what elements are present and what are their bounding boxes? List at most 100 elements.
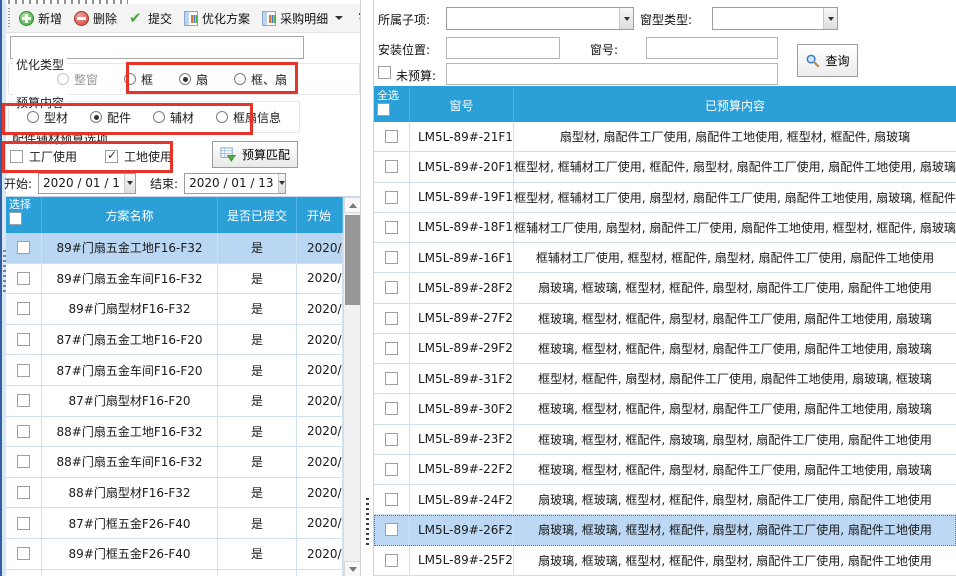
budget-row[interactable]: LM5L-89#-18F16 框辅材工厂使用, 扇型材, 扇配件工厂使用, 扇配… bbox=[374, 213, 956, 243]
row-checkbox[interactable] bbox=[385, 463, 398, 476]
plan-row[interactable]: 89#门扇型材F16-F32 是 2020/0 bbox=[6, 294, 343, 325]
row-checkbox[interactable] bbox=[17, 425, 30, 438]
row-checkbox[interactable] bbox=[385, 130, 398, 143]
plan-row[interactable]: 88#门扇五金工地F16-F32 是 2020/0 bbox=[6, 417, 343, 448]
row-checkbox[interactable] bbox=[17, 517, 30, 530]
row-checkbox[interactable] bbox=[385, 554, 398, 567]
budget-row[interactable]: LM5L-89#-16F15 框辅材工厂使用, 框型材, 框配件, 扇型材, 扇… bbox=[374, 243, 956, 273]
budget-row[interactable]: LM5L-89#-19F17 框型材, 框辅材工厂使用, 扇型材, 扇配件工厂使… bbox=[374, 183, 956, 213]
row-checkbox[interactable] bbox=[17, 364, 30, 377]
row-checkbox[interactable] bbox=[385, 372, 398, 385]
report-icon bbox=[184, 11, 198, 26]
radio-label: 辅材 bbox=[170, 109, 194, 126]
row-checkbox[interactable] bbox=[385, 251, 398, 264]
budget-row[interactable]: LM5L-89#-29F27 框玻璃, 框型材, 框配件, 扇型材, 扇配件工厂… bbox=[374, 334, 956, 364]
no-budget-checkbox[interactable] bbox=[378, 66, 391, 79]
budget-row[interactable]: LM5L-89#-20F18 框型材, 框辅材工厂使用, 框配件, 扇型材, 扇… bbox=[374, 152, 956, 182]
scroll-up-icon[interactable] bbox=[344, 197, 360, 213]
budget-row[interactable]: LM5L-89#-21F19 扇型材, 扇配件工厂使用, 扇配件工地使用, 框型… bbox=[374, 122, 956, 152]
optimize-type-radio[interactable]: 框、扇 bbox=[234, 71, 287, 88]
optimize-type-radio[interactable]: 扇 bbox=[179, 71, 208, 88]
optimize-type-radio[interactable]: 整窗 bbox=[57, 71, 98, 88]
row-checkbox[interactable] bbox=[385, 312, 398, 325]
toolbar-button[interactable]: 删除 bbox=[68, 7, 123, 30]
budget-content-radio[interactable]: 辅材 bbox=[153, 109, 194, 126]
row-checkbox[interactable] bbox=[17, 241, 30, 254]
row-checkbox[interactable] bbox=[17, 394, 30, 407]
chevron-down-icon[interactable] bbox=[278, 174, 286, 193]
window-no-input[interactable] bbox=[646, 37, 778, 59]
plan-row[interactable]: 88#门扇五金车间F16-F32 是 2020/0 bbox=[6, 447, 343, 478]
row-checkbox[interactable] bbox=[17, 455, 30, 468]
optimize-type-radio[interactable]: 框 bbox=[124, 71, 153, 88]
budget-row[interactable]: LM5L-89#-26F24 扇玻璃, 框玻璃, 框型材, 框配件, 扇型材, … bbox=[374, 515, 956, 545]
accessory-options-label: 配件辅材预算选项 bbox=[12, 130, 108, 147]
plan-row[interactable]: 87#门扇型材F16-F20 是 2020/0 bbox=[6, 386, 343, 417]
row-checkbox[interactable] bbox=[385, 402, 398, 415]
toolbar-button[interactable]: 优化方案 bbox=[178, 7, 256, 30]
plan-table-header: 选择 方案名称 是否已提交 开始 bbox=[6, 197, 343, 233]
row-checkbox[interactable] bbox=[385, 342, 398, 355]
budget-content-radio[interactable]: 配件 bbox=[90, 109, 131, 126]
start-cell: 2020/0 bbox=[297, 233, 343, 263]
budget-row[interactable]: LM5L-89#-23F21 框玻璃, 框型材, 框配件, 扇玻璃, 扇型材, … bbox=[374, 425, 956, 455]
query-button[interactable]: 查询 bbox=[797, 44, 858, 77]
budget-content-radio[interactable]: 框扇信息 bbox=[216, 109, 281, 126]
plan-row[interactable]: 89#门框五金F26-F40 是 2020/0 bbox=[6, 539, 343, 570]
budget-content-radio[interactable]: 型材 bbox=[27, 109, 68, 126]
plan-name-cell: 87#门扇五金工地F16-F20 bbox=[42, 325, 218, 355]
budget-row[interactable]: LM5L-89#-27F25 框玻璃, 框型材, 框配件, 扇型材, 扇配件工厂… bbox=[374, 304, 956, 334]
radio-icon bbox=[27, 111, 39, 123]
plan-row[interactable]: 87#门扇五金车间F16-F20 是 2020/0 bbox=[6, 355, 343, 386]
budget-row[interactable]: LM5L-89#-25F23 扇玻璃, 框玻璃, 框型材, 框配件, 扇型材, … bbox=[374, 546, 956, 576]
row-checkbox[interactable] bbox=[17, 272, 30, 285]
plan-row[interactable]: 89#门扇五金工地F16-F32 是 2020/0 bbox=[6, 233, 343, 264]
no-budget-input[interactable] bbox=[446, 63, 778, 85]
budget-match-label: 预算匹配 bbox=[242, 146, 290, 163]
panel-splitter[interactable] bbox=[360, 0, 374, 576]
toolbar-button[interactable]: 提交 bbox=[123, 7, 178, 30]
window-type-select[interactable] bbox=[712, 7, 838, 30]
budget-row[interactable]: LM5L-89#-28F26 扇玻璃, 框玻璃, 框型材, 框配件, 扇型材, … bbox=[374, 273, 956, 303]
toolbar-button[interactable]: 采购明细 bbox=[256, 7, 349, 30]
row-checkbox[interactable] bbox=[17, 333, 30, 346]
budget-match-button[interactable]: 预算匹配 bbox=[212, 141, 298, 168]
row-checkbox[interactable] bbox=[385, 221, 398, 234]
plan-table-scrollbar[interactable] bbox=[343, 197, 360, 576]
select-all-checkbox[interactable] bbox=[9, 212, 22, 225]
row-checkbox[interactable] bbox=[385, 523, 398, 536]
budget-row[interactable]: LM5L-89#-30F28 框玻璃, 框型材, 框配件, 扇型材, 扇配件工厂… bbox=[374, 394, 956, 424]
row-checkbox[interactable] bbox=[385, 160, 398, 173]
toolbar: 新增 删除 提交 优化方案 采购明细 bbox=[6, 4, 372, 33]
usage-checkbox[interactable]: 工地使用 bbox=[105, 148, 172, 165]
chevron-down-icon[interactable] bbox=[823, 8, 837, 29]
row-checkbox[interactable] bbox=[385, 433, 398, 446]
scroll-down-icon[interactable] bbox=[344, 561, 360, 576]
budget-row[interactable]: LM5L-89#-24F22 扇玻璃, 框玻璃, 框型材, 框配件, 扇型材, … bbox=[374, 485, 956, 515]
row-checkbox[interactable] bbox=[385, 191, 398, 204]
date-start-picker[interactable]: 2020 / 01 / 1 bbox=[38, 173, 136, 194]
budget-row[interactable]: LM5L-89#-22F20 框玻璃, 框型材, 框配件, 扇型材, 扇配件工厂… bbox=[374, 455, 956, 485]
sub-item-select[interactable] bbox=[446, 7, 634, 30]
plan-row[interactable]: 89#门扇五金车间F16-F32 是 2020/0 bbox=[6, 264, 343, 295]
row-checkbox[interactable] bbox=[17, 302, 30, 315]
row-checkbox[interactable] bbox=[17, 547, 30, 560]
radio-icon bbox=[153, 111, 165, 123]
plan-row[interactable]: 87#门扇五金工地F16-F20 是 2020/0 bbox=[6, 325, 343, 356]
chevron-down-icon[interactable] bbox=[124, 174, 135, 193]
row-checkbox[interactable] bbox=[17, 486, 30, 499]
row-checkbox[interactable] bbox=[385, 493, 398, 506]
chevron-down-icon[interactable] bbox=[619, 8, 633, 29]
select-all-checkbox[interactable] bbox=[377, 103, 390, 116]
usage-checkbox[interactable]: 工厂使用 bbox=[10, 148, 77, 165]
plan-row[interactable]: 88#门扇型材F16-F32 是 2020/0 bbox=[6, 478, 343, 509]
install-pos-input[interactable] bbox=[446, 37, 560, 59]
toolbar-grip-icon[interactable] bbox=[8, 8, 10, 28]
toolbar-button[interactable]: 新增 bbox=[13, 7, 68, 30]
plan-row[interactable]: 87#门框五金F26-F40 是 2020/0 bbox=[6, 508, 343, 539]
row-checkbox[interactable] bbox=[385, 281, 398, 294]
scrollbar-thumb[interactable] bbox=[345, 215, 360, 305]
budget-row[interactable]: LM5L-89#-31F29 框型材, 框配件, 扇型材, 扇配件工厂使用, 扇… bbox=[374, 364, 956, 394]
date-end-picker[interactable]: 2020 / 01 / 13 bbox=[184, 173, 286, 194]
plan-row[interactable]: 88#门框五金F21-F40 是 2020/0 bbox=[6, 570, 343, 576]
